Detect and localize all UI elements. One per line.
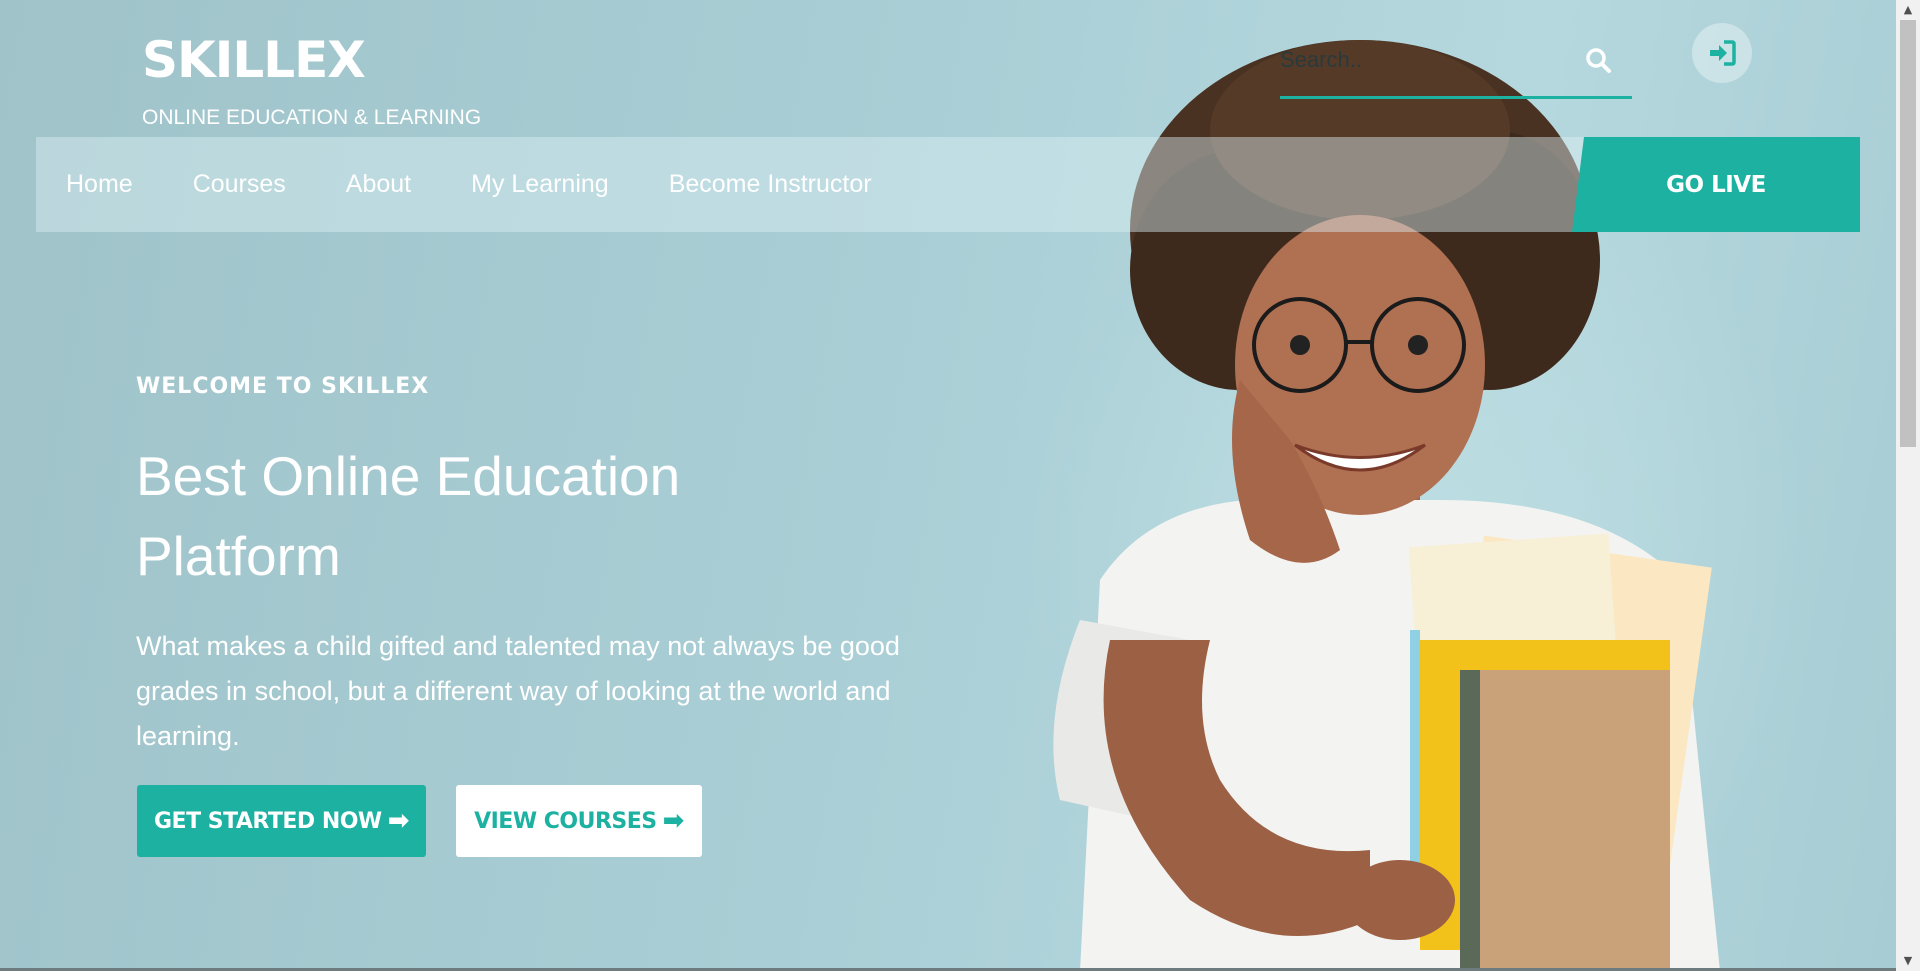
nav-item-about[interactable]: About xyxy=(346,170,411,199)
nav-item-become-instructor[interactable]: Become Instructor xyxy=(669,170,872,199)
brand-name: SKILLEX xyxy=(142,31,366,89)
arrow-right-icon: ➡ xyxy=(387,806,410,836)
hero-eyebrow: WELCOME TO SKILLEX xyxy=(136,374,430,399)
sign-in-icon xyxy=(1710,40,1736,66)
vertical-scrollbar[interactable]: ▲ ▼ xyxy=(1896,0,1920,971)
login-button[interactable] xyxy=(1692,23,1752,83)
hero-section: SKILLEX ONLINE EDUCATION & LEARNING Home… xyxy=(0,0,1896,971)
main-navigation: Home Courses About My Learning Become In… xyxy=(36,137,1860,232)
scroll-up-icon[interactable]: ▲ xyxy=(1896,0,1920,20)
brand-logo[interactable]: SKILLEX ONLINE EDUCATION & LEARNING xyxy=(142,30,481,129)
scroll-down-icon[interactable]: ▼ xyxy=(1896,951,1920,971)
hero-description: What makes a child gifted and talented m… xyxy=(136,631,900,751)
brand-tagline: ONLINE EDUCATION & LEARNING xyxy=(142,106,482,129)
view-courses-label: VIEW COURSES xyxy=(474,808,657,834)
search-icon[interactable] xyxy=(1584,46,1614,76)
go-live-button[interactable]: GO LIVE xyxy=(1572,137,1860,232)
nav-item-home[interactable]: Home xyxy=(66,170,133,199)
hero-headline: Best Online Education Platform xyxy=(136,445,681,587)
nav-item-my-learning[interactable]: My Learning xyxy=(471,170,609,199)
arrow-right-icon: ➡ xyxy=(662,806,685,836)
view-courses-button[interactable]: VIEW COURSES ➡ xyxy=(456,785,702,857)
get-started-button[interactable]: GET STARTED NOW ➡ xyxy=(137,785,426,857)
search-bar xyxy=(1280,40,1632,99)
nav-item-courses[interactable]: Courses xyxy=(193,170,286,199)
scroll-thumb[interactable] xyxy=(1900,20,1916,447)
get-started-label: GET STARTED NOW xyxy=(153,808,382,834)
search-input[interactable] xyxy=(1280,40,1580,80)
